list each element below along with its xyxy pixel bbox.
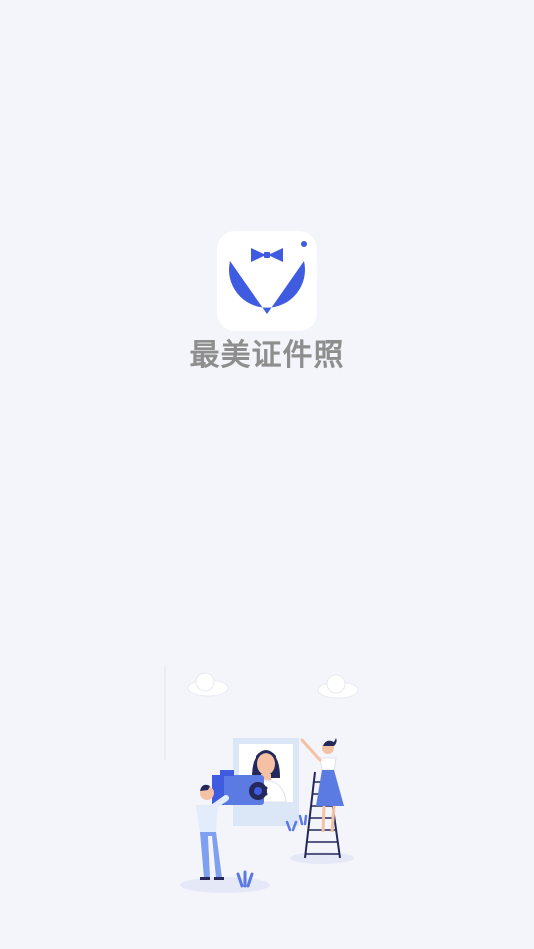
app-name: 最美证件照 — [189, 338, 345, 373]
app-logo-icon — [217, 231, 317, 331]
photo-shoot-illustration — [150, 660, 380, 900]
splash-screen: 最美证件照 — [0, 0, 534, 949]
